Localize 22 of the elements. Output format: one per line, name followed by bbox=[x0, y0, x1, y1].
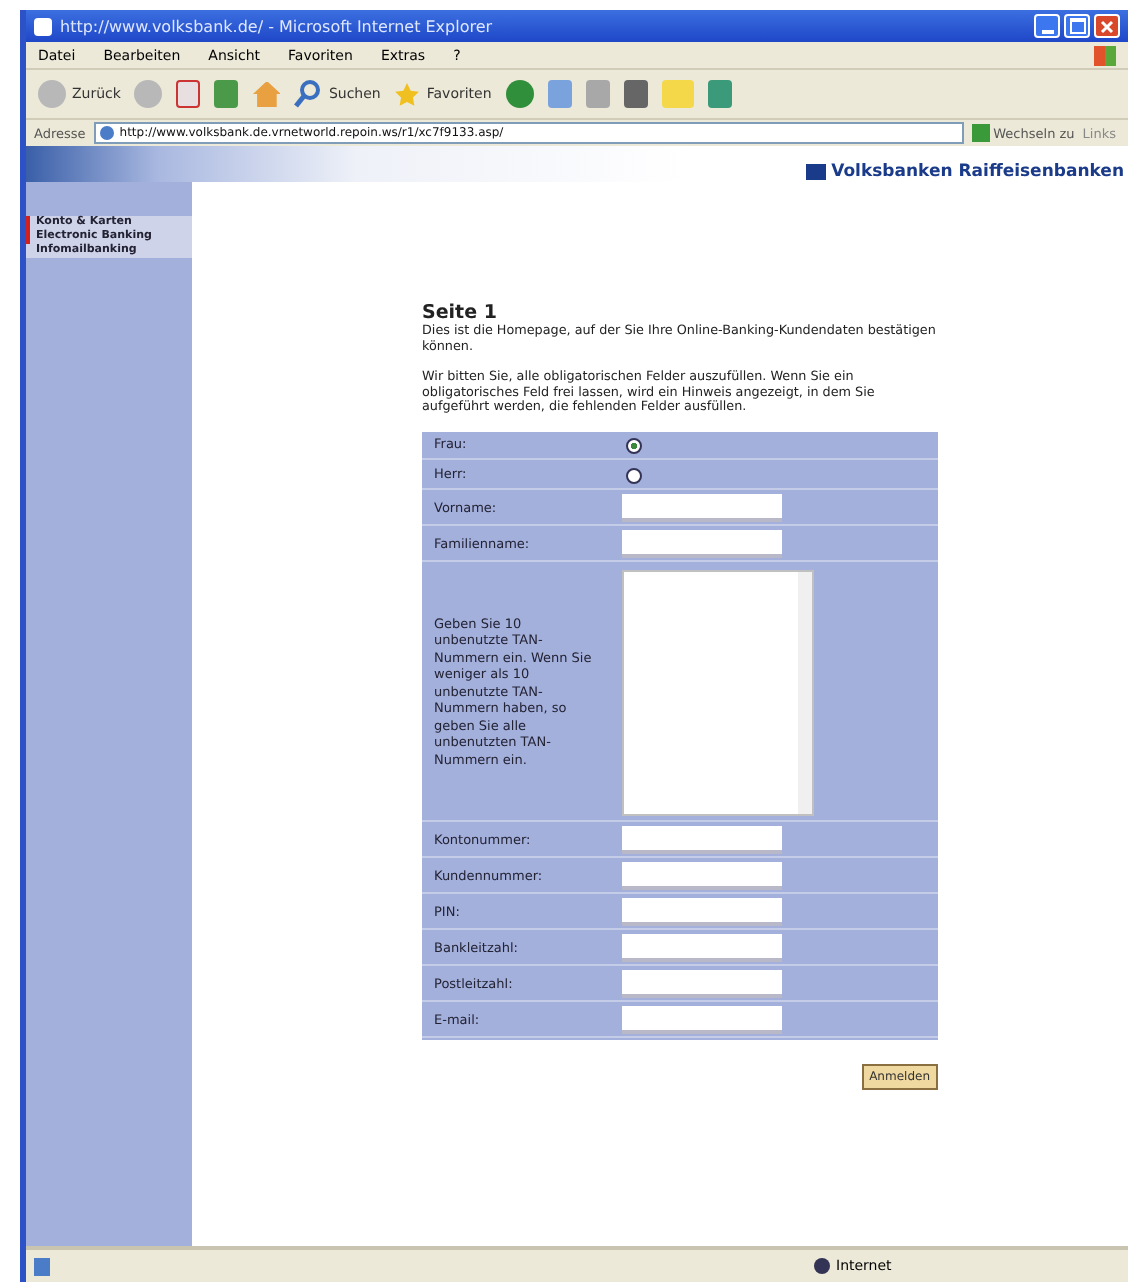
home-icon[interactable] bbox=[252, 81, 281, 107]
window-title: http://www.volksbank.de/ - Microsoft Internet Explorer bbox=[60, 17, 495, 35]
radio-button[interactable] bbox=[626, 437, 642, 453]
input-field[interactable] bbox=[622, 826, 782, 854]
search-icon bbox=[294, 80, 323, 108]
input-field[interactable] bbox=[622, 970, 782, 998]
maximize-button[interactable] bbox=[1064, 14, 1090, 38]
input-field[interactable] bbox=[622, 530, 782, 558]
radio-button[interactable] bbox=[626, 467, 642, 483]
bank-logo: Volksbanken Raiffeisenbanken bbox=[805, 162, 1124, 182]
input-field[interactable] bbox=[622, 862, 782, 890]
input-field[interactable] bbox=[622, 934, 782, 962]
page-heading: Seite 1 bbox=[422, 302, 499, 324]
input-field[interactable] bbox=[622, 1006, 782, 1034]
star-icon bbox=[394, 81, 421, 107]
forward-button[interactable] bbox=[134, 80, 163, 108]
input-field[interactable] bbox=[622, 898, 782, 926]
close-button[interactable] bbox=[1094, 14, 1120, 38]
text-area[interactable] bbox=[622, 569, 814, 815]
minimize-button[interactable] bbox=[1034, 14, 1060, 38]
close-icon bbox=[1100, 19, 1114, 33]
input-field[interactable] bbox=[622, 494, 782, 522]
